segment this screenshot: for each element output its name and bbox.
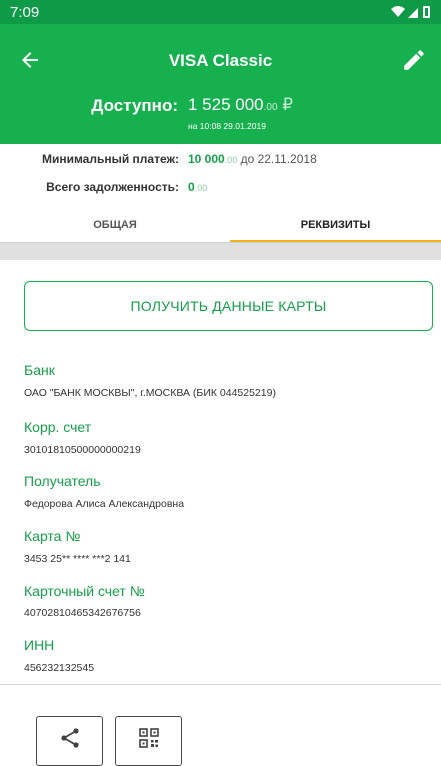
qr-code-icon (139, 728, 159, 748)
tab-general[interactable]: ОБЩАЯ (0, 210, 230, 240)
total-debt-label: Всего задолженность: (46, 180, 179, 194)
total-debt-row: Всего задолженность: 0.00 (0, 180, 441, 196)
bank-value: ОАО "БАНК МОСКВЫ", г.МОСКВА (БИК 0445252… (24, 387, 276, 399)
signal-icon (408, 8, 418, 18)
app-header: VISA Classic Доступно: 1 525 000.00 ₽ на… (0, 24, 441, 144)
status-bar: 7:09 (0, 0, 441, 24)
tab-details[interactable]: РЕКВИЗИТЫ (230, 210, 441, 242)
min-payment-due: до 22.11.2018 (240, 152, 317, 166)
tab-bar: ОБЩАЯ РЕКВИЗИТЫ (0, 210, 441, 242)
card-account-label: Карточный счет № (24, 583, 145, 599)
currency-sign: ₽ (282, 95, 294, 114)
page-title: VISA Classic (168, 51, 273, 70)
total-debt-kop: .00 (194, 183, 208, 193)
min-payment-kop: .00 (224, 155, 238, 165)
card-account-value: 40702810465342676756 (24, 607, 141, 619)
min-payment-value: 10 000.00 до 22.11.2018 (188, 152, 317, 166)
divider (0, 684, 441, 685)
available-int: 1 525 000 (188, 95, 264, 114)
share-button[interactable] (36, 716, 103, 766)
min-payment-int: 10 000 (188, 152, 225, 166)
total-debt-value: 0.00 (188, 180, 207, 194)
min-payment-row: Минимальный платеж: 10 000.00 до 22.11.2… (0, 152, 441, 168)
available-label: Доступно: (91, 96, 178, 115)
card-number-value: 3453 25** **** ***2 141 (24, 553, 131, 565)
available-kop: .00 (263, 102, 278, 113)
status-icons (391, 6, 430, 18)
total-debt-int: 0 (188, 180, 195, 194)
status-time: 7:09 (10, 4, 40, 21)
wifi-icon (391, 6, 405, 17)
inn-label: ИНН (24, 637, 55, 653)
bank-label: Банк (24, 362, 55, 378)
card-number-label: Карта № (24, 528, 81, 544)
corr-account-label: Корр. счет (24, 419, 92, 435)
min-payment-label: Минимальный платеж: (41, 152, 179, 166)
available-amount: 1 525 000.00 ₽ (188, 95, 293, 115)
recipient-value: Федорова Алиса Александровна (24, 498, 185, 510)
section-separator (0, 242, 441, 260)
share-icon (61, 728, 79, 748)
qr-code-button[interactable] (115, 716, 182, 766)
corr-account-value: 30101810500000000219 (24, 444, 141, 456)
available-date: на 10:08 29.01.2019 (188, 121, 266, 131)
edit-pencil-icon[interactable] (401, 47, 427, 73)
get-card-data-button[interactable]: ПОЛУЧИТЬ ДАННЫЕ КАРТЫ (24, 281, 433, 331)
inn-value: 456232132545 (24, 662, 95, 674)
recipient-label: Получатель (24, 473, 101, 489)
